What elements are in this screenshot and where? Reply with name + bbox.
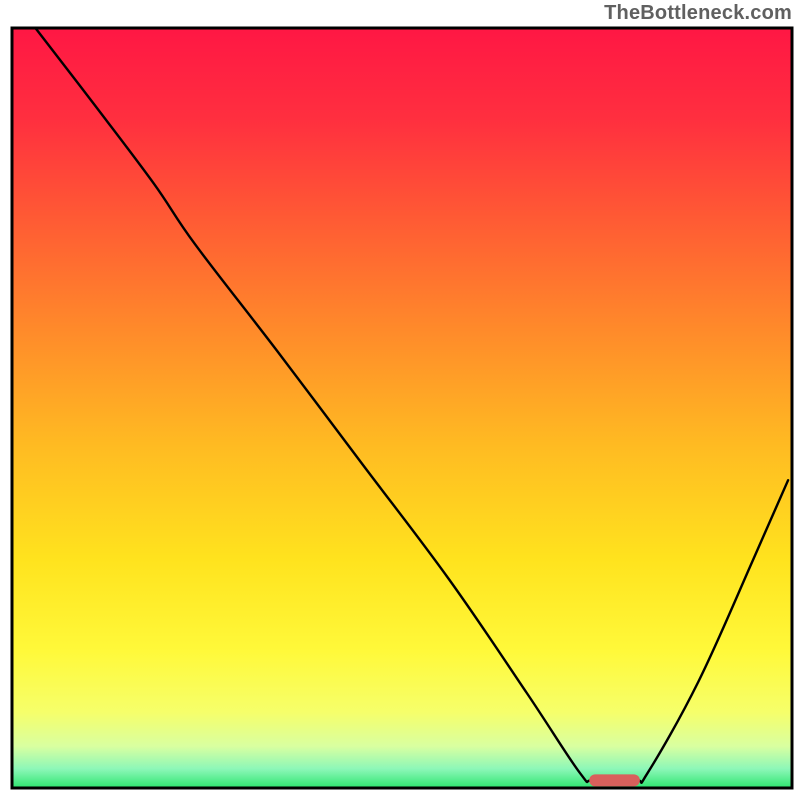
bottleneck-chart xyxy=(0,0,800,800)
optimal-range-marker xyxy=(589,774,640,786)
plot-background xyxy=(12,28,792,788)
watermark-label: TheBottleneck.com xyxy=(604,2,792,25)
chart-stage: TheBottleneck.com xyxy=(0,0,800,800)
